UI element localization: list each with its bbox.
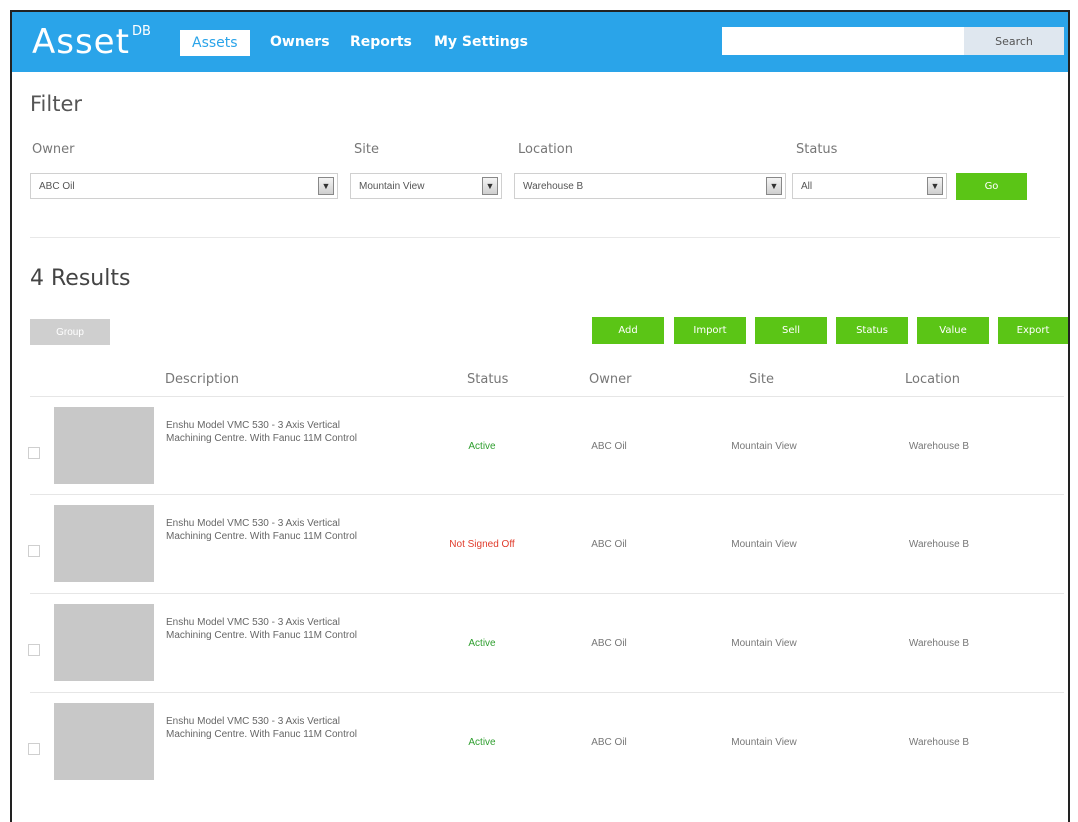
asset-description[interactable]: Enshu Model VMC 530 - 3 Axis Vertical Ma… (166, 419, 406, 445)
location-cell: Warehouse B (908, 737, 970, 748)
status-label: Status (796, 142, 838, 157)
site-label: Site (354, 142, 379, 157)
site-cell: Mountain View (731, 539, 797, 550)
row-checkbox[interactable] (28, 644, 40, 656)
row-checkbox[interactable] (28, 743, 40, 755)
description-line-2: Machining Centre. With Fanuc 11M Control (166, 729, 358, 740)
status-badge: Active (468, 441, 496, 452)
description-line-1: Enshu Model VMC 530 - 3 Axis Vertical (166, 420, 340, 431)
row-checkbox[interactable] (28, 545, 40, 557)
chevron-down-icon: ▼ (318, 177, 334, 195)
table-row[interactable]: Enshu Model VMC 530 - 3 Axis Vertical Ma… (12, 397, 1068, 497)
location-select-value: Warehouse B (523, 181, 584, 192)
status-badge: Active (468, 737, 496, 748)
search-button[interactable]: Search (964, 27, 1064, 55)
location-label: Location (518, 142, 573, 157)
row-checkbox[interactable] (28, 447, 40, 459)
owner-label: Owner (32, 142, 75, 157)
status-select-value: All (801, 181, 813, 192)
status-button[interactable]: Status (836, 317, 908, 344)
asset-description[interactable]: Enshu Model VMC 530 - 3 Axis Vertical Ma… (166, 715, 406, 741)
asset-thumbnail[interactable] (54, 703, 154, 780)
import-button[interactable]: Import (674, 317, 746, 344)
site-cell: Mountain View (731, 638, 797, 649)
site-select-value: Mountain View (359, 181, 425, 192)
site-select[interactable]: Mountain View ▼ (350, 173, 502, 199)
owner-cell: ABC Oil (591, 441, 627, 452)
nav-assets[interactable]: Assets (180, 30, 250, 56)
group-button[interactable]: Group (30, 319, 110, 345)
value-button[interactable]: Value (917, 317, 989, 344)
asset-thumbnail[interactable] (54, 407, 154, 484)
column-header-location[interactable]: Location (905, 372, 960, 387)
description-line-1: Enshu Model VMC 530 - 3 Axis Vertical (166, 617, 340, 628)
description-line-2: Machining Centre. With Fanuc 11M Control (166, 433, 358, 444)
status-badge: Active (468, 638, 496, 649)
owner-select-value: ABC Oil (39, 181, 75, 192)
column-header-owner[interactable]: Owner (589, 372, 631, 387)
top-nav-bar: Asset DB Assets Owners Reports My Setting… (12, 12, 1068, 72)
owner-select[interactable]: ABC Oil ▼ (30, 173, 338, 199)
asset-thumbnail[interactable] (54, 505, 154, 582)
table-row[interactable]: Enshu Model VMC 530 - 3 Axis Vertical Ma… (12, 594, 1068, 694)
app-logo[interactable]: Asset DB (32, 22, 151, 62)
divider (30, 237, 1060, 238)
asset-description[interactable]: Enshu Model VMC 530 - 3 Axis Vertical Ma… (166, 517, 406, 543)
asset-thumbnail[interactable] (54, 604, 154, 681)
owner-cell: ABC Oil (591, 638, 627, 649)
add-button[interactable]: Add (592, 317, 664, 344)
chevron-down-icon: ▼ (482, 177, 498, 195)
table-row[interactable]: Enshu Model VMC 530 - 3 Axis Vertical Ma… (12, 693, 1068, 793)
chevron-down-icon: ▼ (766, 177, 782, 195)
status-badge: Not Signed Off (449, 539, 515, 550)
owner-cell: ABC Oil (591, 539, 627, 550)
description-line-2: Machining Centre. With Fanuc 11M Control (166, 630, 358, 641)
export-button[interactable]: Export (998, 317, 1068, 344)
location-cell: Warehouse B (908, 441, 970, 452)
sell-button[interactable]: Sell (755, 317, 827, 344)
table-row[interactable]: Enshu Model VMC 530 - 3 Axis Vertical Ma… (12, 495, 1068, 595)
go-button[interactable]: Go (956, 173, 1027, 200)
location-cell: Warehouse B (908, 539, 970, 550)
filter-heading: Filter (30, 92, 83, 116)
description-line-1: Enshu Model VMC 530 - 3 Axis Vertical (166, 518, 340, 529)
description-line-2: Machining Centre. With Fanuc 11M Control (166, 531, 358, 542)
column-header-status[interactable]: Status (467, 372, 508, 387)
nav-owners[interactable]: Owners (270, 34, 330, 50)
chevron-down-icon: ▼ (927, 177, 943, 195)
nav-reports[interactable]: Reports (350, 34, 412, 50)
location-select[interactable]: Warehouse B ▼ (514, 173, 786, 199)
site-cell: Mountain View (731, 441, 797, 452)
nav-my-settings[interactable]: My Settings (434, 34, 528, 50)
results-heading: 4 Results (30, 266, 131, 291)
asset-description[interactable]: Enshu Model VMC 530 - 3 Axis Vertical Ma… (166, 616, 406, 642)
search-input[interactable] (722, 27, 964, 55)
location-cell: Warehouse B (908, 638, 970, 649)
status-select[interactable]: All ▼ (792, 173, 947, 199)
column-header-site[interactable]: Site (749, 372, 774, 387)
description-line-1: Enshu Model VMC 530 - 3 Axis Vertical (166, 716, 340, 727)
site-cell: Mountain View (731, 737, 797, 748)
app-window: Asset DB Assets Owners Reports My Setting… (10, 10, 1070, 822)
owner-cell: ABC Oil (591, 737, 627, 748)
column-header-description[interactable]: Description (165, 372, 239, 387)
